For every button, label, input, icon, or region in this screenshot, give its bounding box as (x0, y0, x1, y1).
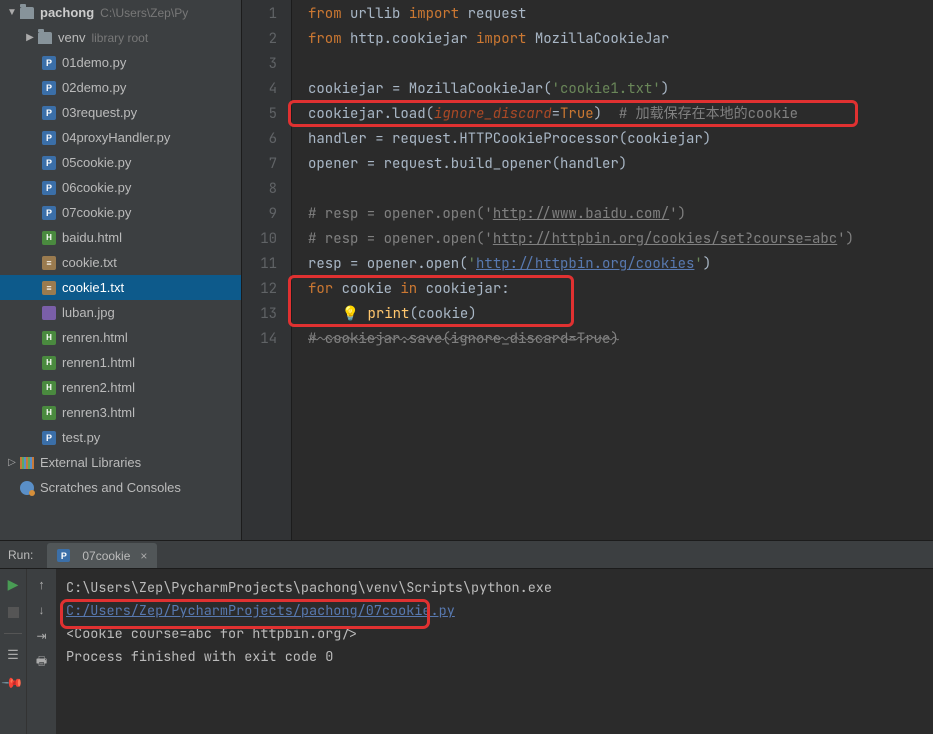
run-controls-right: ↑ ↓ ⇥ 🖶 (26, 569, 56, 734)
file-name: 07cookie.py (62, 205, 131, 220)
html-file-icon: H (42, 381, 56, 395)
tree-file-item[interactable]: P 01demo.py (0, 50, 241, 75)
file-name: cookie1.txt (62, 280, 124, 295)
chevron-right-icon: ▷ (6, 457, 18, 468)
print-button[interactable]: 🖶 (34, 655, 50, 669)
file-name: renren2.html (62, 380, 135, 395)
layout-button[interactable]: ☰ (5, 648, 21, 662)
scroll-bottom-button[interactable]: ↓ (34, 603, 50, 617)
python-file-icon: P (42, 181, 56, 195)
tree-file-item[interactable]: P 02demo.py (0, 75, 241, 100)
html-file-icon: H (42, 356, 56, 370)
file-name: 05cookie.py (62, 155, 131, 170)
file-name: luban.jpg (62, 305, 115, 320)
file-name: 02demo.py (62, 80, 126, 95)
stop-button[interactable] (5, 605, 21, 619)
text-file-icon: ≡ (42, 256, 56, 270)
file-name: 04proxyHandler.py (62, 130, 170, 145)
library-icon (20, 457, 34, 469)
run-tabs-bar: Run: P 07cookie × (0, 541, 933, 569)
folder-icon (20, 7, 34, 19)
python-file-icon: P (42, 81, 56, 95)
separator (4, 633, 22, 634)
html-file-icon: H (42, 231, 56, 245)
scratches-icon (20, 481, 34, 495)
python-file-icon: P (42, 431, 56, 445)
venv-hint: library root (91, 31, 148, 45)
python-file-icon: P (42, 206, 56, 220)
tree-file-item[interactable]: Hrenren3.html (0, 400, 241, 425)
chevron-down-icon: ▼ (6, 7, 18, 18)
run-controls-left: ▶ ☰ 📌 (0, 569, 26, 734)
tree-file-item[interactable]: luban.jpg (0, 300, 241, 325)
root-path: C:\Users\Zep\Py (100, 6, 188, 20)
file-name: test.py (62, 430, 100, 445)
html-file-icon: H (42, 406, 56, 420)
tree-file-item[interactable]: ≡ cookie1.txt (0, 275, 241, 300)
scroll-top-button[interactable]: ↑ (34, 577, 50, 591)
tree-scratches[interactable]: Scratches and Consoles (0, 475, 241, 500)
tree-venv-folder[interactable]: ▶ venv library root (0, 25, 241, 50)
pin-button[interactable]: 📌 (2, 672, 23, 693)
chevron-right-icon: ▶ (24, 32, 36, 43)
python-file-icon: P (42, 156, 56, 170)
console-line-path[interactable]: C:/Users/Zep/PycharmProjects/pachong/07c… (66, 602, 455, 620)
file-name: cookie.txt (62, 255, 117, 270)
tree-file-item[interactable]: Hrenren2.html (0, 375, 241, 400)
project-tree[interactable]: ▼ pachong C:\Users\Zep\Py ▶ venv library… (0, 0, 242, 540)
rerun-button[interactable]: ▶ (5, 577, 21, 591)
code-area[interactable]: from urllib import request from http.coo… (292, 0, 933, 540)
ext-lib-label: External Libraries (40, 455, 141, 470)
line-gutter: 1234567 891011121314 (242, 0, 292, 540)
code-editor[interactable]: 1234567 891011121314 from urllib import … (242, 0, 933, 540)
python-file-icon: P (42, 56, 56, 70)
soft-wrap-button[interactable]: ⇥ (34, 629, 50, 643)
file-name: baidu.html (62, 230, 122, 245)
console-line: Process finished with exit code 0 (66, 646, 923, 669)
python-file-icon: P (57, 549, 70, 562)
file-name: renren.html (62, 330, 128, 345)
console-line: C:\Users\Zep\PycharmProjects\pachong\ven… (66, 579, 552, 597)
file-name: 01demo.py (62, 55, 126, 70)
python-file-icon: P (42, 131, 56, 145)
tree-file-item[interactable]: P 06cookie.py (0, 175, 241, 200)
tree-external-libraries[interactable]: ▷ External Libraries (0, 450, 241, 475)
run-tab-active[interactable]: P 07cookie × (47, 543, 157, 568)
python-file-icon: P (42, 106, 56, 120)
scratches-label: Scratches and Consoles (40, 480, 181, 495)
file-name: renren1.html (62, 355, 135, 370)
image-file-icon (42, 306, 56, 320)
run-label: Run: (8, 548, 33, 562)
root-name: pachong (40, 5, 94, 20)
tree-file-item[interactable]: P 07cookie.py (0, 200, 241, 225)
tree-file-item[interactable]: P 04proxyHandler.py (0, 125, 241, 150)
html-file-icon: H (42, 331, 56, 345)
tree-file-item[interactable]: P 05cookie.py (0, 150, 241, 175)
tree-root-folder[interactable]: ▼ pachong C:\Users\Zep\Py (0, 0, 241, 25)
tree-file-item[interactable]: Hbaidu.html (0, 225, 241, 250)
run-tab-title: 07cookie (82, 549, 130, 563)
venv-label: venv (58, 30, 85, 45)
tree-file-item[interactable]: Ptest.py (0, 425, 241, 450)
folder-icon (38, 32, 52, 44)
tree-file-item[interactable]: Hrenren1.html (0, 350, 241, 375)
console-line: <Cookie course=abc for httpbin.org/> (66, 623, 923, 646)
close-icon[interactable]: × (140, 549, 147, 563)
tree-file-item[interactable]: ≡ cookie.txt (0, 250, 241, 275)
run-panel: Run: P 07cookie × ▶ ☰ 📌 ↑ ↓ ⇥ 🖶 C:\Users… (0, 541, 933, 734)
intention-bulb-icon[interactable]: 💡 (342, 305, 359, 323)
file-name: 03request.py (62, 105, 137, 120)
tree-file-item[interactable]: Hrenren.html (0, 325, 241, 350)
console-output[interactable]: C:\Users\Zep\PycharmProjects\pachong\ven… (56, 569, 933, 734)
file-name: renren3.html (62, 405, 135, 420)
tree-file-item[interactable]: P 03request.py (0, 100, 241, 125)
text-file-icon: ≡ (42, 281, 56, 295)
file-name: 06cookie.py (62, 180, 131, 195)
